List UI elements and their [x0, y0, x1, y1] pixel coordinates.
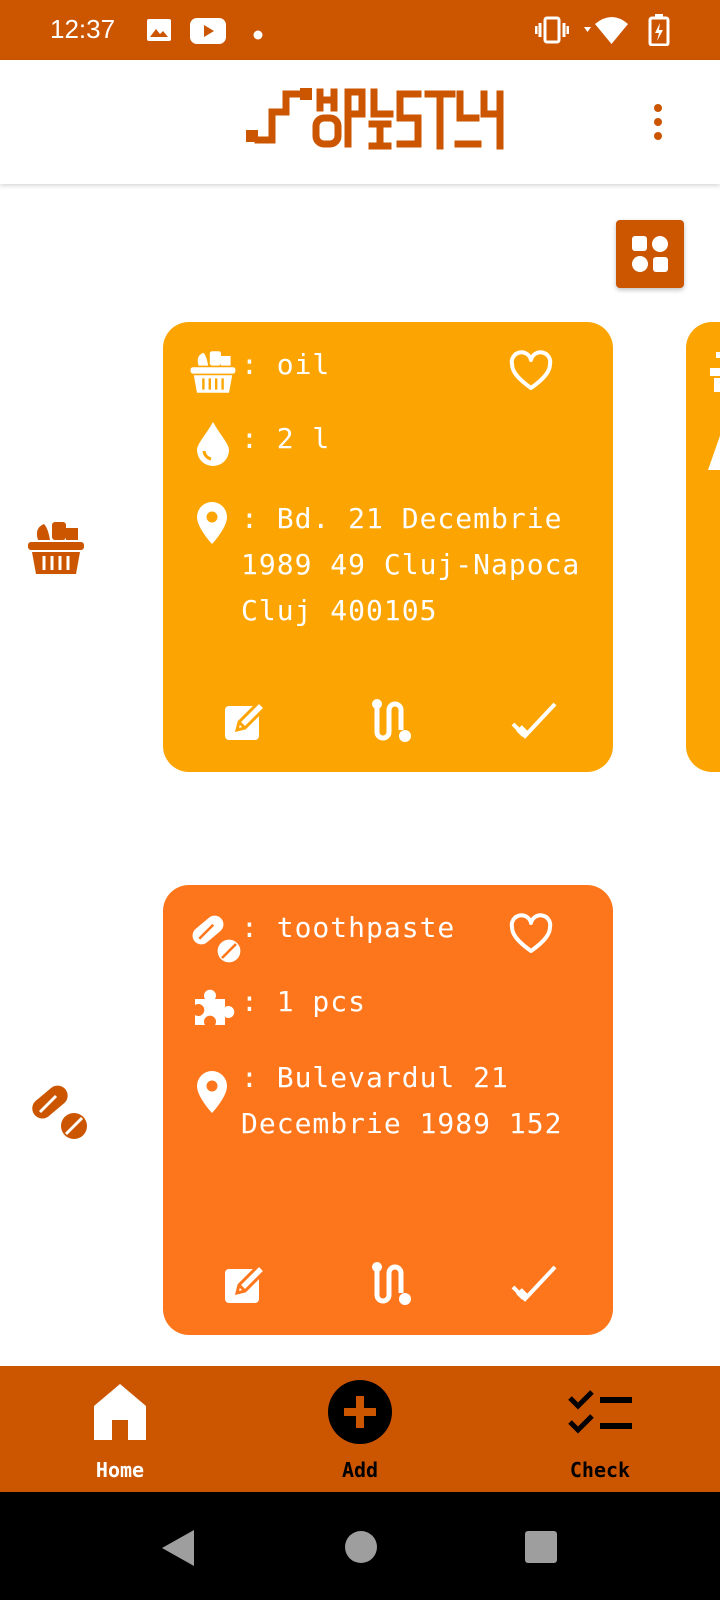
- home-icon: [92, 1382, 148, 1446]
- bottle-icon: [708, 430, 720, 474]
- pills-icon: [187, 909, 243, 969]
- more-vert-icon[interactable]: [640, 102, 676, 146]
- item-card-peek[interactable]: [686, 322, 720, 772]
- nav-home[interactable]: Home: [0, 1366, 240, 1492]
- dot-icon: [253, 25, 263, 44]
- edit-icon[interactable]: [223, 1261, 269, 1311]
- vibrate-icon: [534, 16, 570, 48]
- check-icon[interactable]: [509, 698, 559, 748]
- location-pin-icon: [195, 500, 229, 550]
- edit-icon[interactable]: [223, 698, 269, 748]
- nav-check-label: Check: [569, 1458, 631, 1482]
- add-circle-icon: [328, 1380, 392, 1448]
- item-location: : Bulevardul 21 Decembrie 1989 152: [241, 1061, 563, 1140]
- drop-icon: [195, 420, 231, 470]
- app-bar: [0, 60, 720, 184]
- item-card-toothpaste[interactable]: : toothpaste : 1 pcs : Bulevardul 21 Dec…: [163, 885, 613, 1335]
- dashboard-icon: [632, 236, 668, 272]
- pills-icon: [26, 1078, 90, 1146]
- item-quantity: : 2 l: [241, 422, 331, 455]
- nav-add[interactable]: Add: [240, 1366, 480, 1492]
- view-toggle-button[interactable]: [616, 220, 684, 288]
- item-name: : oil: [241, 348, 331, 381]
- item-location: : Bd. 21 Decembrie 1989 49 Cluj-Napoca C…: [241, 502, 581, 627]
- image-icon: [146, 18, 172, 46]
- back-icon[interactable]: [160, 1528, 196, 1572]
- heart-icon[interactable]: [509, 913, 553, 961]
- item-card-oil[interactable]: : oil : 2 l : Bd. 21 Decembrie 1989 49 C…: [163, 322, 613, 772]
- check-icon[interactable]: [509, 1261, 559, 1311]
- status-bar: 12:37: [0, 0, 720, 60]
- wifi-icon: [582, 16, 628, 48]
- system-nav-bar: [0, 1492, 720, 1600]
- status-time: 12:37: [50, 14, 116, 44]
- app-logo: [244, 84, 506, 160]
- grocery-basket-icon: [26, 518, 86, 582]
- route-icon[interactable]: [369, 1261, 415, 1311]
- location-pin-icon: [195, 1069, 229, 1119]
- home-circle-icon[interactable]: [344, 1530, 378, 1568]
- route-icon[interactable]: [369, 698, 415, 748]
- recents-icon[interactable]: [524, 1530, 558, 1568]
- nav-check[interactable]: Check: [480, 1366, 720, 1492]
- item-name: : toothpaste: [241, 911, 456, 944]
- grocery-basket-icon: [189, 348, 237, 400]
- item-quantity: : 1 pcs: [241, 985, 367, 1018]
- battery-charging-icon: [648, 14, 670, 50]
- bottom-nav: Home Add Check: [0, 1366, 720, 1492]
- nav-add-label: Add: [341, 1458, 379, 1482]
- youtube-icon: [190, 18, 226, 48]
- nav-home-label: Home: [95, 1458, 145, 1482]
- puzzle-icon: [191, 985, 235, 1033]
- grocery-basket-icon: [710, 348, 720, 400]
- heart-icon[interactable]: [509, 350, 553, 398]
- checklist-icon: [568, 1388, 634, 1442]
